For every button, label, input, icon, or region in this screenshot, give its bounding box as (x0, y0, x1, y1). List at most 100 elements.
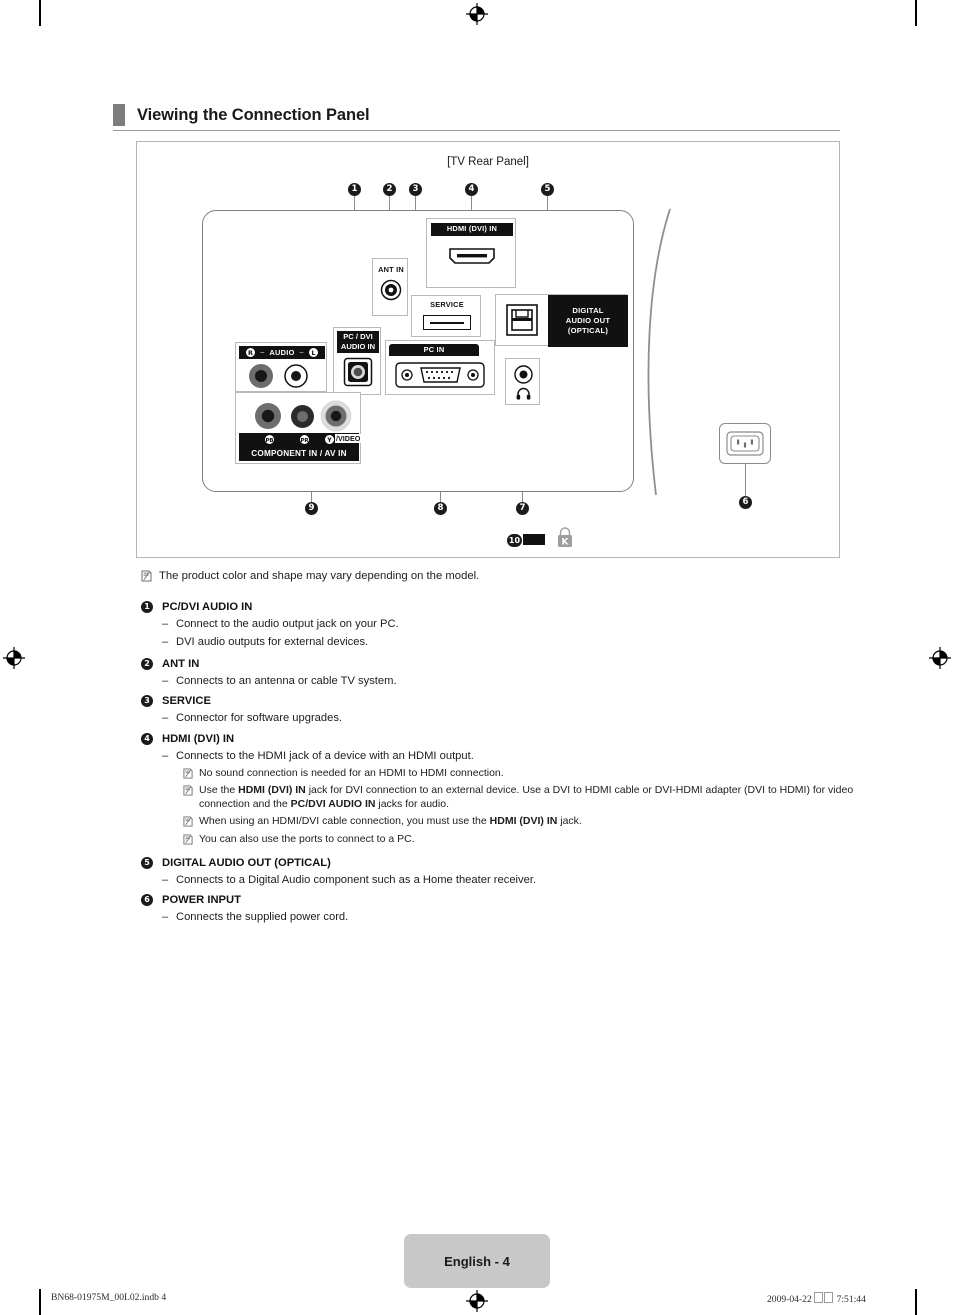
component-pb-jack-icon (255, 403, 281, 429)
power-input-block (719, 423, 771, 464)
component-pr-jack-icon (291, 405, 314, 428)
item-4-subnote-1: No sound connection is needed for an HDM… (183, 767, 841, 781)
product-color-note-text: The product color and shape may vary dep… (159, 570, 480, 582)
digital-audio-out-label-panel: DIGITAL AUDIO OUT (OPTICAL) (548, 295, 628, 347)
note-icon (183, 834, 193, 845)
service-port-block: SERVICE (411, 295, 481, 337)
hdmi-port-label: HDMI (DVI) IN (431, 223, 513, 236)
page-number-tab: English - 4 (404, 1234, 550, 1288)
page-header: Viewing the Connection Panel (113, 104, 840, 131)
bullet-dash: – (162, 635, 169, 648)
registration-mark-top (466, 3, 488, 25)
item-1-bullet-1: Connect to the audio output jack on your… (176, 617, 399, 630)
item-1-bullet-2: DVI audio outputs for external devices. (176, 635, 369, 648)
component-pr-label-icon: PR (300, 434, 309, 444)
optical-toslink-jack-icon (506, 304, 538, 336)
callout-2: 2 (383, 183, 396, 196)
audio-dash-left: – (260, 349, 265, 356)
component-jack-labels-bar: PB PR Y /VIDEO (239, 433, 362, 445)
audio-r-icon: R (246, 348, 256, 357)
component-video-label: /VIDEO (335, 434, 362, 443)
crop-mark-bottom-right (915, 1289, 917, 1315)
item-6-bullet-1: Connects the supplied power cord. (176, 910, 349, 923)
note-icon (183, 785, 193, 796)
item-4-subnote-3: When using an HDMI/DVI cable connection,… (183, 815, 841, 829)
item-number-4: 4 (141, 733, 153, 745)
item-title-5: DIGITAL AUDIO OUT (OPTICAL) (162, 857, 331, 869)
tv-panel-edge-curve (647, 208, 671, 496)
audio-dash-right: – (299, 349, 304, 356)
footer-missing-glyph-2 (824, 1292, 834, 1303)
page-title: Viewing the Connection Panel (137, 105, 370, 124)
bullet-dash: – (162, 910, 169, 923)
bullet-dash: – (162, 711, 169, 724)
hdmi-port-block: HDMI (DVI) IN (426, 218, 516, 288)
note-icon (183, 768, 193, 779)
item-4-bullet-1: Connects to the HDMI jack of a device wi… (176, 749, 474, 762)
crop-mark-top-left (39, 0, 41, 26)
digital-audio-out-label-line3: (OPTICAL) (567, 326, 609, 336)
pc-dvi-audio-in-block: PC / DVI AUDIO IN (333, 327, 381, 395)
pc-dvi-audio-jack-icon (343, 357, 373, 387)
item-3-bullet-1: Connector for software upgrades. (176, 711, 343, 724)
pc-dvi-audio-in-label: PC / DVI AUDIO IN (337, 331, 379, 353)
item-4-subnote-2-text: Use the HDMI (DVI) IN jack for DVI conne… (199, 784, 854, 810)
item-2-bullet-1: Connects to an antenna or cable TV syste… (176, 674, 397, 687)
item-number-5: 5 (141, 857, 153, 869)
item-title-1: PC/DVI AUDIO IN (162, 601, 253, 613)
svg-text:PB: PB (265, 438, 273, 444)
power-input-iec-socket-icon (726, 431, 764, 456)
item-pc-dvi-audio-in: 1 PC/DVI AUDIO IN – Connect to the audio… (141, 601, 841, 649)
item-title-6: POWER INPUT (162, 894, 241, 906)
footer-missing-glyph-1 (814, 1292, 824, 1303)
component-av-in-label: COMPONENT IN / AV IN (239, 445, 359, 461)
callout-7: 7 (516, 502, 529, 515)
registration-mark-right (929, 647, 951, 669)
item-number-6: 6 (141, 894, 153, 906)
audio-l-icon: L (308, 348, 318, 357)
kensington-lock-icon: K (558, 527, 572, 548)
crop-mark-bottom-left (39, 1289, 41, 1315)
item-number-2: 2 (141, 658, 153, 670)
crop-mark-top-right (915, 0, 917, 26)
svg-text:L: L (311, 349, 315, 357)
hdmi-connector-icon (449, 248, 495, 264)
pc-dvi-audio-in-label-line2: AUDIO IN (340, 342, 376, 351)
item-number-3: 3 (141, 695, 153, 707)
svg-text:Y: Y (326, 437, 332, 444)
svg-text:PR: PR (300, 438, 309, 444)
bullet-dash: – (162, 617, 169, 630)
audio-label: AUDIO (269, 348, 295, 357)
callout-1: 1 (348, 183, 361, 196)
item-title-3: SERVICE (162, 695, 211, 707)
bullet-dash: – (162, 749, 169, 762)
pc-in-label: PC IN (389, 344, 479, 356)
item-5-bullet-1: Connects to a Digital Audio component su… (176, 873, 537, 886)
footer-timestamp-time: 7:51:44 (836, 1294, 866, 1305)
headphone-icon (516, 387, 531, 400)
item-title-2: ANT IN (162, 658, 200, 670)
bullet-dash: – (162, 873, 169, 886)
ant-in-coax-jack-icon (380, 279, 402, 301)
audio-r-rca-jack-icon (249, 364, 273, 388)
item-ant-in: 2 ANT IN – Connects to an antenna or cab… (141, 658, 841, 688)
item-digital-audio-out: 5 DIGITAL AUDIO OUT (OPTICAL) – Connects… (141, 857, 841, 887)
pc-in-block: PC IN (385, 340, 495, 395)
headphone-jack-icon (514, 365, 533, 384)
item-title-4: HDMI (DVI) IN (162, 733, 235, 745)
header-divider (113, 130, 840, 131)
item-4-subnote-1-text: No sound connection is needed for an HDM… (199, 766, 504, 779)
item-4-subnote-3-text: When using an HDMI/DVI cable connection,… (199, 815, 582, 828)
audio-l-rca-jack-icon (284, 364, 308, 388)
note-icon (183, 816, 193, 827)
vga-connector-icon (395, 362, 485, 388)
headphone-port-block (505, 358, 540, 405)
footer-file-reference: BN68-01975M_00L02.indb 4 (51, 1292, 167, 1303)
ant-in-port-block: ANT IN (372, 258, 408, 316)
component-pb-label-icon: PB (265, 434, 274, 444)
digital-audio-out-label-line1: DIGITAL (572, 305, 604, 315)
svg-text:R: R (248, 349, 253, 357)
registration-mark-bottom (466, 1290, 488, 1312)
callout-10: 10 (507, 534, 522, 547)
component-y-video-jack-icon (320, 400, 352, 432)
